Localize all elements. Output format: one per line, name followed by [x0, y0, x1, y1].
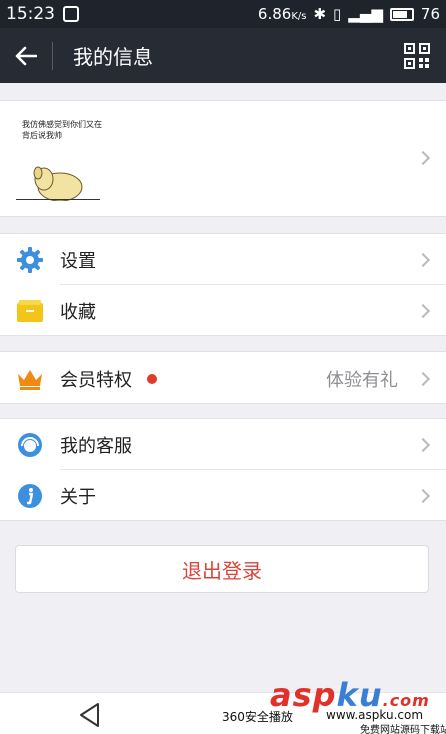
avatar: 我仿佛感觉到你们又在背后说我帅	[16, 117, 102, 201]
avatar-ground-line	[16, 199, 100, 200]
info-icon	[16, 482, 44, 510]
vibrate-icon: ▯	[333, 5, 342, 23]
network-speed: 6.86K/s	[257, 5, 307, 23]
arrow-left-icon	[15, 46, 37, 65]
menu-label-about: 关于	[60, 486, 96, 508]
menu-item-vip[interactable]: 会员特权 体验有礼	[0, 353, 446, 404]
chevron-right-icon	[415, 252, 431, 267]
status-time: 15:23	[6, 4, 55, 24]
support-group: 我的客服 关于	[0, 418, 446, 521]
menu-item-favorites[interactable]: 收藏	[0, 285, 446, 336]
nav-back-icon[interactable]	[78, 702, 102, 728]
page-title: 我的信息	[73, 45, 153, 69]
logout-button[interactable]: 退出登录	[15, 545, 429, 593]
new-badge-dot	[147, 373, 157, 384]
battery-level: 76	[420, 5, 440, 23]
watermark-subcaption: 免费网站源码下载站	[360, 725, 446, 734]
status-right: 6.86K/s ✱ ▯ ▂▄▆ 76	[258, 5, 440, 23]
chevron-right-icon	[415, 488, 431, 503]
menu-label-settings: 设置	[60, 250, 96, 272]
crown-icon	[16, 365, 44, 393]
customer-service-icon	[16, 431, 44, 459]
qr-code-icon[interactable]	[404, 42, 430, 69]
notification-icon	[63, 6, 79, 22]
watermark-caption: 360安全播放	[222, 710, 293, 724]
watermark: aspku.com 360安全播放 www.aspku.com 免费网站源码下载…	[222, 676, 446, 734]
watermark-url: www.aspku.com	[326, 708, 424, 722]
menu-item-about[interactable]: 关于	[0, 470, 446, 521]
dog-sticker-icon	[33, 166, 83, 201]
battery-icon	[389, 7, 414, 21]
vip-group: 会员特权 体验有礼	[0, 351, 446, 404]
vip-promo-text: 体验有礼	[326, 369, 398, 391]
app-bar: 我的信息	[0, 28, 446, 83]
gear-icon	[16, 246, 44, 274]
menu-label-favorites: 收藏	[60, 301, 96, 323]
menu-label-vip: 会员特权	[60, 369, 132, 391]
chevron-right-icon	[415, 303, 431, 318]
chevron-right-icon	[415, 150, 431, 166]
signal-icon: ▂▄▆	[348, 5, 383, 23]
bluetooth-icon: ✱	[313, 5, 327, 23]
menu-item-customer-service[interactable]: 我的客服	[0, 419, 446, 470]
folder-icon	[16, 297, 44, 325]
avatar-caption: 我仿佛感觉到你们又在背后说我帅	[22, 120, 102, 140]
profile-card[interactable]: 我仿佛感觉到你们又在背后说我帅	[0, 100, 446, 287]
menu-item-settings[interactable]: 设置	[0, 234, 446, 285]
settings-group: 设置 收藏	[0, 233, 446, 336]
menu-label-customer-service: 我的客服	[60, 435, 132, 457]
app-bar-divider	[52, 41, 53, 70]
back-button[interactable]	[0, 28, 52, 83]
status-bar: 15:23 6.86K/s ✱ ▯ ▂▄▆ 76	[0, 0, 446, 28]
chevron-right-icon	[415, 371, 431, 386]
chevron-right-icon	[415, 437, 431, 452]
